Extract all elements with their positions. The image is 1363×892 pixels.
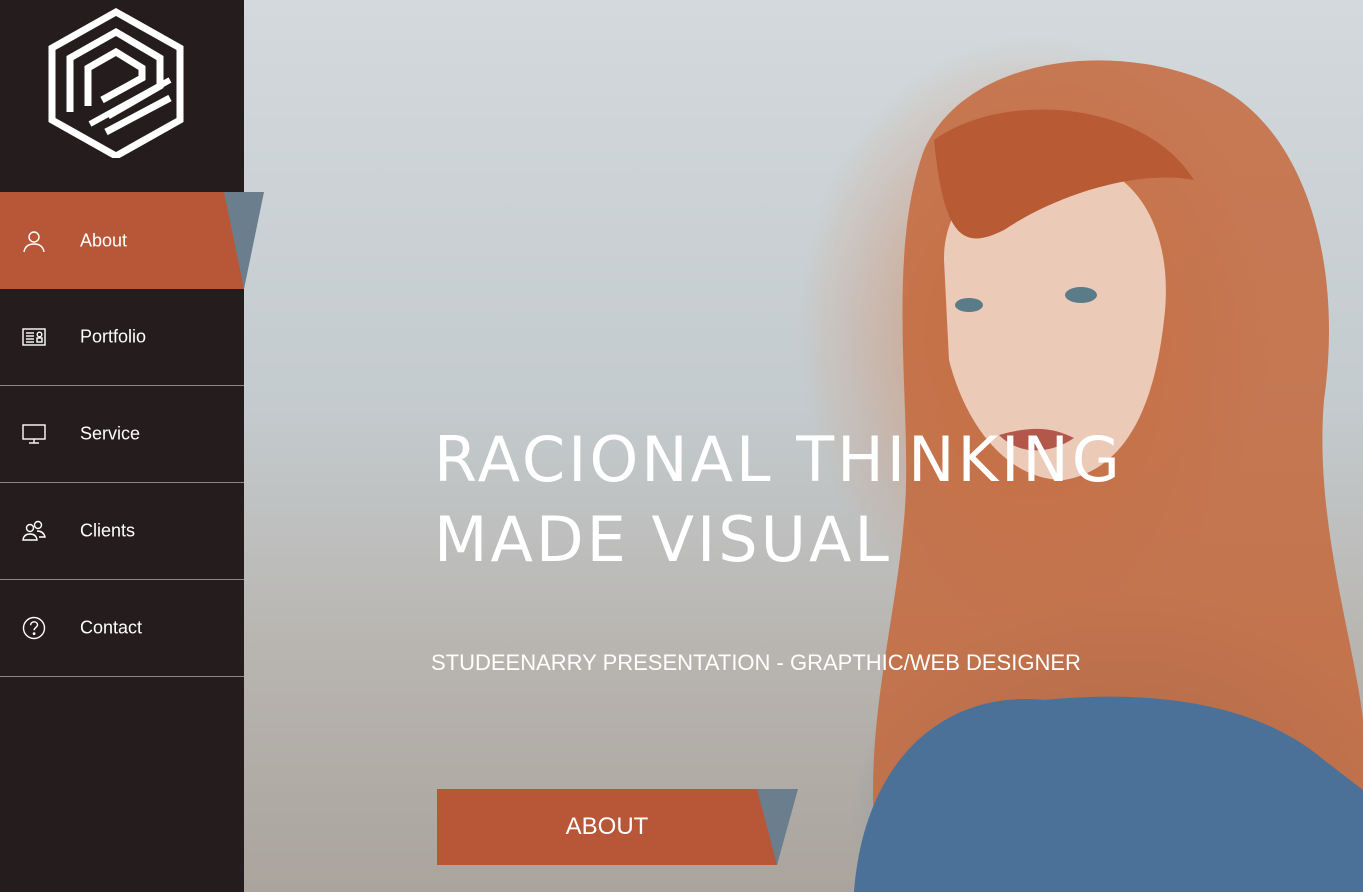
user-icon (21, 228, 47, 254)
about-button[interactable]: ABOUT (437, 789, 777, 865)
logo[interactable] (46, 8, 186, 158)
sidebar-item-label: Service (80, 423, 141, 444)
active-tab-indicator (224, 192, 264, 289)
monitor-icon (21, 421, 47, 447)
portfolio-icon (21, 324, 47, 350)
about-button-tab (757, 789, 798, 865)
sidebar-item-label: About (80, 230, 128, 250)
sidebar-nav: About Portfolio Service Clients Contact (0, 192, 244, 677)
hero-headline-line2: MADE VISUAL (434, 503, 892, 576)
users-icon (21, 518, 47, 544)
question-circle-icon (21, 615, 47, 641)
sidebar-item-label: Clients (80, 520, 136, 541)
sidebar: About Portfolio Service Clients Contact (0, 0, 244, 892)
hero-subtitle: STUDEENARRY PRESENTATION - GRAPTHIC/WEB … (431, 650, 1081, 675)
sidebar-item-label: Portfolio (80, 326, 147, 347)
hexagon-logo-icon (48, 8, 184, 158)
sidebar-item-about[interactable]: About (0, 192, 244, 289)
hero-headline-line1: RACIONAL THINKING (434, 423, 1123, 496)
sidebar-item-contact[interactable]: Contact (0, 580, 244, 677)
hero-headline: RACIONAL THINKING MADE VISUAL (434, 420, 1134, 580)
sidebar-item-label: Contact (80, 617, 143, 638)
sidebar-item-service[interactable]: Service (0, 386, 244, 483)
sidebar-item-portfolio[interactable]: Portfolio (0, 289, 244, 386)
sidebar-item-clients[interactable]: Clients (0, 483, 244, 580)
